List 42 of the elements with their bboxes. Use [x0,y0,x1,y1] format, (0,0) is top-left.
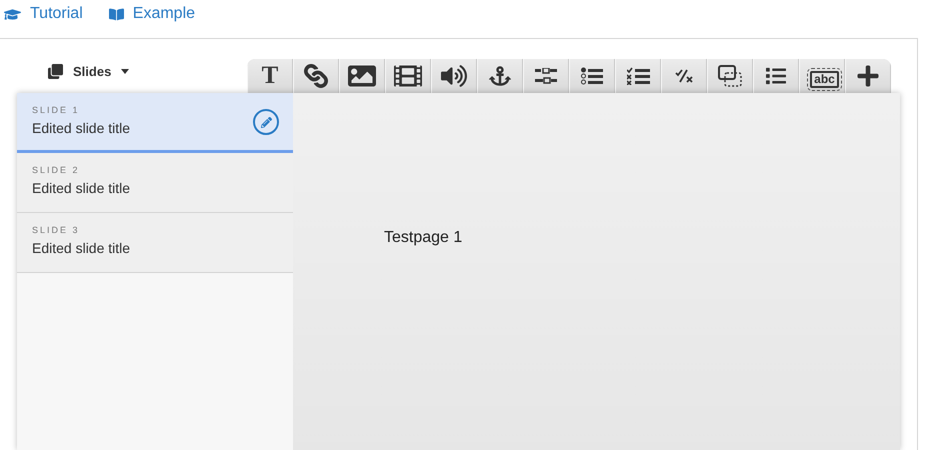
slides-icon [48,64,63,79]
text-tool-button[interactable]: T [247,59,293,93]
tool-button[interactable] [477,59,523,93]
tool-button[interactable] [385,59,431,93]
canvas-text: Testpage 1 [384,229,462,246]
slide-number: SLIDE 2 [32,165,81,175]
example-link[interactable]: Example [108,5,196,23]
tool-button[interactable] [431,59,477,93]
slide-title: Edited slide title [32,120,130,136]
link-icon [304,64,328,88]
edit-button[interactable] [253,109,279,135]
tool-button[interactable] [753,59,799,93]
textfield-tool-button[interactable]: abc [799,59,845,93]
slide-number: SLIDE 1 [32,105,81,115]
list-icon [766,66,786,86]
slide-number: SLIDE 3 [32,225,81,235]
check-cross-icon [675,69,693,83]
slide-item[interactable]: SLIDE 3 Edited slide title [17,213,293,273]
speaker-icon [441,63,467,89]
overlapping-boxes-icon [718,65,742,87]
tool-button[interactable] [523,59,569,93]
slides-dropdown[interactable]: Slides [48,64,247,79]
slide-item[interactable]: SLIDE 2 Edited slide title [17,153,293,213]
slide-title: Edited slide title [32,180,130,196]
tool-button[interactable] [339,59,385,93]
tutorial-link[interactable]: Tutorial [4,5,83,23]
tool-button[interactable] [293,59,339,93]
checklist-icon [626,67,650,85]
tool-button[interactable] [707,59,753,93]
slide-title: Edited slide title [32,240,130,256]
sliders-icon [535,68,557,84]
tool-button[interactable] [569,59,615,93]
anchor-icon [489,65,511,87]
tool-button[interactable] [615,59,661,93]
tool-button[interactable] [845,59,891,93]
open-book-icon [108,6,124,22]
plus-icon [856,64,880,88]
caret-icon [121,69,130,74]
slide-item[interactable]: SLIDE 1 Edited slide title [17,93,293,153]
radio-list-icon [581,67,603,85]
tool-button[interactable] [661,59,707,93]
pencil-icon [260,116,272,128]
